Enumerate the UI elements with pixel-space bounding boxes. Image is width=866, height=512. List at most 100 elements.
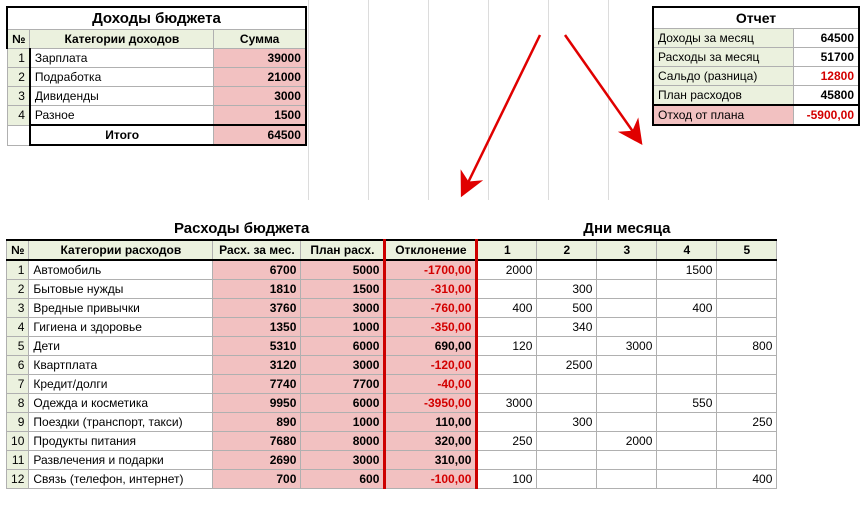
expense-row-category[interactable]: Кредит/долги	[29, 375, 213, 394]
expense-day-cell[interactable]: 250	[477, 432, 537, 451]
expense-day-cell[interactable]	[477, 413, 537, 432]
expense-row-plan[interactable]: 5000	[301, 260, 385, 280]
expense-row-month[interactable]: 6700	[213, 260, 301, 280]
expense-day-cell[interactable]: 800	[717, 337, 777, 356]
expense-day-cell[interactable]	[717, 451, 777, 470]
expense-day-cell[interactable]	[597, 451, 657, 470]
income-row-sum[interactable]: 1500	[214, 106, 306, 126]
expense-row-category[interactable]: Бытовые нужды	[29, 280, 213, 299]
expense-day-cell[interactable]: 3000	[477, 394, 537, 413]
expense-day-cell[interactable]	[657, 337, 717, 356]
expense-row-month[interactable]: 7740	[213, 375, 301, 394]
expense-row-dev[interactable]: -100,00	[385, 470, 477, 489]
expense-row-num[interactable]: 12	[7, 470, 29, 489]
expense-row-num[interactable]: 2	[7, 280, 29, 299]
expense-row-plan[interactable]: 1000	[301, 318, 385, 337]
expense-day-cell[interactable]: 100	[477, 470, 537, 489]
expense-row-num[interactable]: 5	[7, 337, 29, 356]
expense-day-cell[interactable]: 2000	[597, 432, 657, 451]
expense-day-cell[interactable]	[597, 375, 657, 394]
expense-row-category[interactable]: Продукты питания	[29, 432, 213, 451]
expense-row-category[interactable]: Гигиена и здоровье	[29, 318, 213, 337]
expense-day-cell[interactable]	[717, 280, 777, 299]
expense-row-dev[interactable]: -40,00	[385, 375, 477, 394]
expense-day-cell[interactable]	[537, 394, 597, 413]
expense-row-month[interactable]: 3760	[213, 299, 301, 318]
expense-day-cell[interactable]: 400	[657, 299, 717, 318]
income-row-num[interactable]: 2	[7, 68, 30, 87]
expense-day-cell[interactable]: 250	[717, 413, 777, 432]
expense-day-cell[interactable]	[657, 432, 717, 451]
expense-day-cell[interactable]	[477, 451, 537, 470]
expense-row-plan[interactable]: 600	[301, 470, 385, 489]
expense-day-cell[interactable]	[717, 299, 777, 318]
expense-row-month[interactable]: 9950	[213, 394, 301, 413]
expense-day-cell[interactable]: 2000	[477, 260, 537, 280]
expense-day-cell[interactable]	[657, 356, 717, 375]
expense-day-cell[interactable]	[717, 375, 777, 394]
expense-row-dev[interactable]: -1700,00	[385, 260, 477, 280]
expense-day-cell[interactable]	[537, 375, 597, 394]
income-row-sum[interactable]: 21000	[214, 68, 306, 87]
expense-day-cell[interactable]	[657, 451, 717, 470]
expense-day-cell[interactable]: 120	[477, 337, 537, 356]
expense-row-category[interactable]: Поездки (транспорт, такси)	[29, 413, 213, 432]
expense-row-num[interactable]: 7	[7, 375, 29, 394]
expense-day-cell[interactable]	[597, 394, 657, 413]
expense-day-cell[interactable]	[657, 280, 717, 299]
expense-row-num[interactable]: 3	[7, 299, 29, 318]
expense-row-month[interactable]: 3120	[213, 356, 301, 375]
expense-day-cell[interactable]	[477, 356, 537, 375]
income-row-category[interactable]: Зарплата	[30, 49, 214, 68]
expense-day-cell[interactable]	[597, 318, 657, 337]
expense-day-cell[interactable]	[537, 470, 597, 489]
expense-row-num[interactable]: 10	[7, 432, 29, 451]
expense-row-num[interactable]: 1	[7, 260, 29, 280]
expense-day-cell[interactable]: 300	[537, 280, 597, 299]
expense-row-dev[interactable]: 310,00	[385, 451, 477, 470]
expense-row-num[interactable]: 11	[7, 451, 29, 470]
expense-row-category[interactable]: Одежда и косметика	[29, 394, 213, 413]
expense-row-category[interactable]: Развлечения и подарки	[29, 451, 213, 470]
expense-day-cell[interactable]	[717, 260, 777, 280]
expense-row-month[interactable]: 1350	[213, 318, 301, 337]
expense-row-plan[interactable]: 6000	[301, 337, 385, 356]
expense-row-month[interactable]: 1810	[213, 280, 301, 299]
expense-day-cell[interactable]: 400	[717, 470, 777, 489]
expense-day-cell[interactable]	[537, 432, 597, 451]
income-row-num[interactable]: 4	[7, 106, 30, 126]
expense-row-dev[interactable]: -120,00	[385, 356, 477, 375]
expense-row-plan[interactable]: 1000	[301, 413, 385, 432]
income-row-num[interactable]: 1	[7, 49, 30, 68]
expense-row-plan[interactable]: 6000	[301, 394, 385, 413]
expense-day-cell[interactable]	[657, 318, 717, 337]
expense-row-month[interactable]: 5310	[213, 337, 301, 356]
expense-day-cell[interactable]	[597, 470, 657, 489]
expense-row-category[interactable]: Вредные привычки	[29, 299, 213, 318]
expense-day-cell[interactable]	[657, 413, 717, 432]
expense-day-cell[interactable]: 2500	[537, 356, 597, 375]
expense-row-dev[interactable]: 110,00	[385, 413, 477, 432]
expense-row-category[interactable]: Квартплата	[29, 356, 213, 375]
expense-day-cell[interactable]	[657, 375, 717, 394]
expense-day-cell[interactable]	[717, 318, 777, 337]
expense-row-category[interactable]: Связь (телефон, интернет)	[29, 470, 213, 489]
expense-day-cell[interactable]: 1500	[657, 260, 717, 280]
expense-row-dev[interactable]: -3950,00	[385, 394, 477, 413]
income-row-category[interactable]: Подработка	[30, 68, 214, 87]
expense-day-cell[interactable]	[477, 280, 537, 299]
expense-day-cell[interactable]: 340	[537, 318, 597, 337]
expense-day-cell[interactable]	[717, 394, 777, 413]
expense-row-plan[interactable]: 3000	[301, 299, 385, 318]
expense-row-dev[interactable]: -350,00	[385, 318, 477, 337]
expense-day-cell[interactable]	[597, 356, 657, 375]
income-row-category[interactable]: Разное	[30, 106, 214, 126]
expense-day-cell[interactable]	[657, 470, 717, 489]
expense-day-cell[interactable]	[537, 260, 597, 280]
expense-day-cell[interactable]: 300	[537, 413, 597, 432]
income-row-category[interactable]: Дивиденды	[30, 87, 214, 106]
expense-row-month[interactable]: 700	[213, 470, 301, 489]
expense-row-dev[interactable]: 690,00	[385, 337, 477, 356]
expense-day-cell[interactable]: 500	[537, 299, 597, 318]
expense-row-plan[interactable]: 3000	[301, 451, 385, 470]
